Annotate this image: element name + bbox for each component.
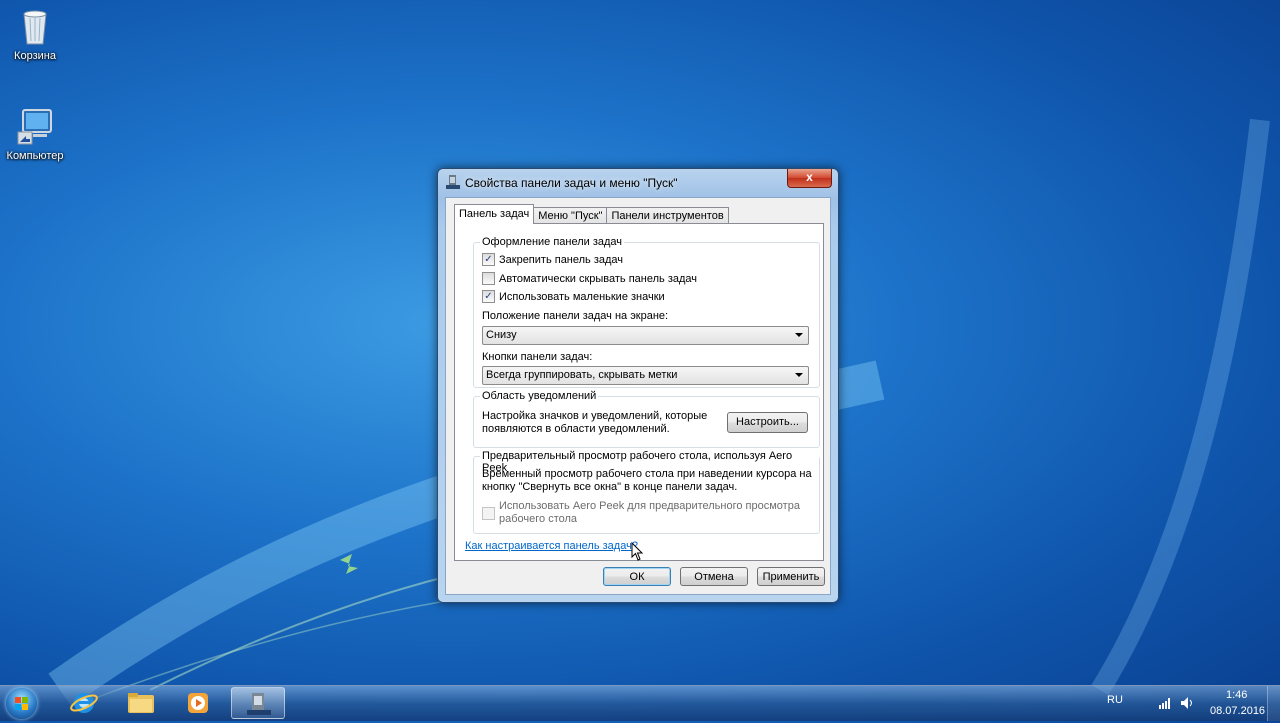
dropdown-arrow-icon — [795, 333, 803, 337]
taskbar-item-taskbar-properties[interactable] — [231, 687, 285, 719]
windows-logo-icon — [15, 697, 28, 710]
text-line: Использовать Aero Peek для предварительн… — [499, 500, 800, 512]
dropdown-value: Снизу — [486, 329, 517, 341]
text-line: появляются в области уведомлений. — [482, 423, 670, 435]
checkbox-box[interactable]: ✓ — [482, 290, 495, 303]
aero-peek-description: Временный просмотр рабочего стола при на… — [482, 468, 812, 494]
dialog-client-area: Панель задач Меню "Пуск" Панели инструме… — [445, 197, 831, 595]
language-indicator[interactable]: RU — [1107, 694, 1123, 706]
checkbox-label: Автоматически скрывать панель задач — [499, 272, 698, 285]
clock-time[interactable]: 1:46 — [1226, 689, 1247, 701]
desktop-icon-label: Компьютер — [6, 150, 64, 162]
computer-icon — [17, 109, 52, 145]
checkbox-label: Использовать Aero Peek для предварительн… — [499, 500, 800, 526]
checkbox-aero-peek[interactable]: Использовать Aero Peek для предварительн… — [482, 500, 800, 526]
tab-toolbars[interactable]: Панели инструментов — [606, 207, 729, 224]
network-icon[interactable] — [1158, 696, 1172, 710]
text-line: кнопку "Свернуть все окна" в конце панел… — [482, 481, 738, 493]
dropdown-value: Всегда группировать, скрывать метки — [486, 369, 678, 381]
taskbar-position-label: Положение панели задач на экране: — [482, 310, 669, 322]
group-notification-area: Область уведомлений Настройка значков и … — [473, 390, 820, 448]
checkbox-label: Закрепить панель задач — [499, 253, 624, 266]
tab-taskbar[interactable]: Панель задач — [454, 204, 535, 224]
title-bar[interactable]: Свойства панели задач и меню "Пуск" x — [438, 169, 838, 197]
tab-start-menu[interactable]: Меню "Пуск" — [533, 207, 608, 224]
checkbox-box[interactable] — [482, 506, 495, 520]
taskbar-item-media-player[interactable] — [171, 687, 225, 719]
internet-explorer-icon — [70, 693, 98, 713]
text-line: рабочего стола — [499, 513, 578, 525]
desktop-icon-label: Корзина — [14, 50, 56, 62]
tab-strip: Панель задач Меню "Пуск" Панели инструме… — [454, 204, 729, 224]
group-title: Область уведомлений — [480, 390, 599, 402]
cancel-button[interactable]: Отмена — [680, 567, 748, 586]
dropdown-arrow-icon — [795, 373, 803, 377]
window-title: Свойства панели задач и меню "Пуск" — [465, 176, 678, 190]
text-line: Настройка значков и уведомлений, которые — [482, 410, 708, 422]
taskbar: RU 1:46 08.07.2016 — [0, 685, 1280, 721]
clock-date[interactable]: 08.07.2016 — [1210, 705, 1265, 717]
taskbar-item-explorer[interactable] — [114, 687, 168, 719]
help-link[interactable]: Как настраивается панель задач? — [465, 540, 638, 552]
close-button[interactable]: x — [787, 169, 832, 188]
recycle-bin-icon — [23, 10, 47, 45]
group-taskbar-appearance: Оформление панели задач ✓ Закрепить пане… — [473, 236, 820, 388]
taskbar-buttons-label: Кнопки панели задач: — [482, 351, 593, 363]
taskbar-buttons-dropdown[interactable]: Всегда группировать, скрывать метки — [482, 366, 809, 385]
text-line: Временный просмотр рабочего стола при на… — [482, 468, 812, 480]
desktop-icon-recycle-bin[interactable]: Корзина — [0, 6, 73, 62]
notification-description: Настройка значков и уведомлений, которые… — [482, 410, 707, 436]
show-desktop-button[interactable] — [1267, 686, 1280, 721]
taskbar-properties-icon — [247, 693, 271, 715]
checkbox-box[interactable] — [482, 272, 495, 285]
group-title: Оформление панели задач — [480, 236, 625, 248]
taskbar-item-ie[interactable] — [57, 687, 111, 719]
close-icon: x — [806, 170, 813, 184]
checkbox-lock-taskbar[interactable]: ✓ Закрепить панель задач — [482, 253, 623, 266]
taskbar-position-dropdown[interactable]: Снизу — [482, 326, 809, 345]
start-orb-icon[interactable] — [6, 688, 37, 719]
file-explorer-icon — [128, 693, 154, 713]
checkbox-autohide-taskbar[interactable]: Автоматически скрывать панель задач — [482, 272, 697, 285]
desktop-icon-computer[interactable]: Компьютер — [0, 106, 73, 162]
group-aero-peek: Предварительный просмотр рабочего стола,… — [473, 450, 820, 534]
ok-button[interactable]: ОК — [603, 567, 671, 586]
customize-button[interactable]: Настроить... — [727, 412, 808, 433]
apply-button[interactable]: Применить — [757, 567, 825, 586]
volume-icon[interactable] — [1180, 696, 1194, 710]
checkbox-small-icons[interactable]: ✓ Использовать маленькие значки — [482, 290, 665, 303]
checkbox-box[interactable]: ✓ — [482, 253, 495, 266]
taskbar-settings-icon — [446, 175, 460, 189]
taskbar-properties-dialog: Свойства панели задач и меню "Пуск" x Па… — [437, 168, 839, 603]
tab-panel-taskbar: Оформление панели задач ✓ Закрепить пане… — [454, 223, 824, 561]
mouse-cursor-icon — [631, 542, 644, 561]
checkbox-label: Использовать маленькие значки — [499, 290, 665, 303]
media-player-icon — [188, 693, 208, 713]
